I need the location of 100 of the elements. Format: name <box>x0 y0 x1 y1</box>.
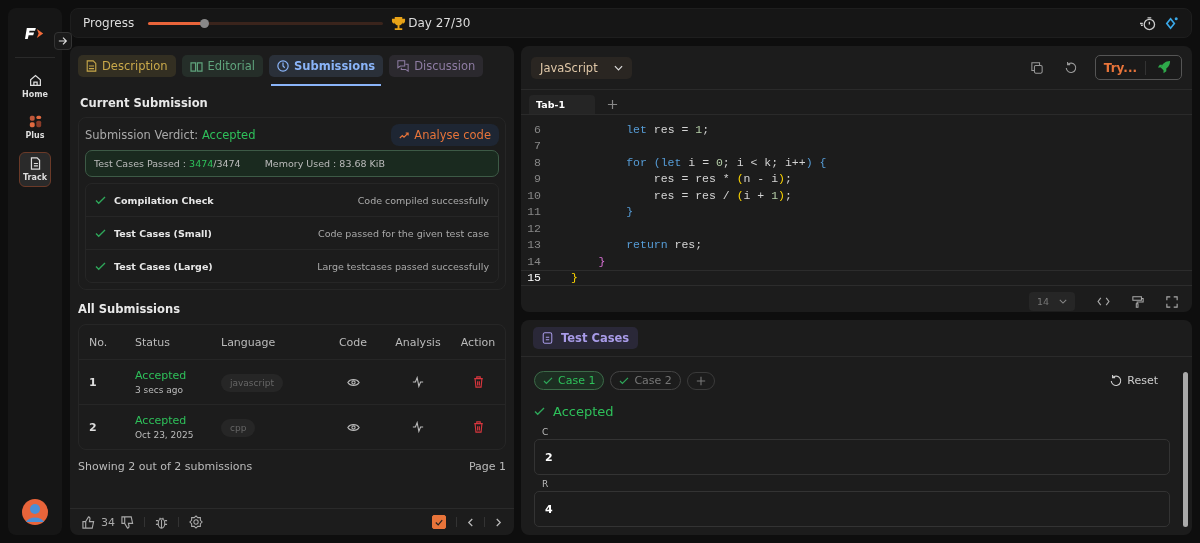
thumbs-up-icon[interactable] <box>82 515 95 529</box>
check-name: Test Cases (Small) <box>114 227 212 239</box>
verdict-label: Submission Verdict: Accepted <box>85 128 256 142</box>
tab[interactable]: Description <box>78 55 176 77</box>
check-result: Code passed for the given test case <box>318 227 489 239</box>
checkbox[interactable] <box>432 515 446 529</box>
add-tab-icon[interactable] <box>607 99 619 110</box>
line-number: 15 <box>526 271 541 285</box>
code-line: } <box>625 205 634 219</box>
next-icon[interactable] <box>495 517 502 527</box>
code-line: for (let i = 0; i < k; i++) { <box>625 155 827 169</box>
scrollbar[interactable] <box>1183 372 1188 527</box>
sidebar-item[interactable]: Track <box>19 152 51 187</box>
code-line: res = res / (i + 1); <box>652 188 792 202</box>
result-text: Accepted <box>534 404 1170 419</box>
memory-used: Memory Used : 83.68 KiB <box>264 158 385 169</box>
chevron-down-icon <box>613 64 623 71</box>
home-icon <box>28 74 42 87</box>
code-line: let res = 1; <box>625 122 710 136</box>
stopwatch-icon[interactable] <box>1139 15 1156 31</box>
check-icon <box>534 407 545 416</box>
pulse-icon[interactable] <box>412 421 424 433</box>
code-icon[interactable] <box>1097 297 1110 306</box>
logo-icon <box>25 26 45 41</box>
language-dropdown[interactable]: JavaScript <box>531 56 632 79</box>
column-header: No. <box>89 335 109 349</box>
tab[interactable]: Editorial <box>181 55 263 77</box>
case-tab[interactable]: Case 2 <box>610 371 681 390</box>
rocket-icon <box>1156 60 1171 75</box>
line-number: 11 <box>526 205 541 219</box>
check-name: Compilation Check <box>114 194 214 206</box>
like-count: 34 <box>101 515 115 529</box>
line-number: 13 <box>526 238 541 252</box>
check-result: Large testcases passed successfully <box>317 260 489 272</box>
list-icon <box>542 332 553 344</box>
fullscreen-icon[interactable] <box>1166 295 1178 308</box>
editor-tab[interactable]: Tab-1 <box>529 95 596 114</box>
day-counter: Day 27/30 <box>408 16 471 30</box>
blocks-icon <box>28 115 42 128</box>
showing-text: Showing 2 out of 2 submissions <box>78 460 253 473</box>
badge-icon[interactable] <box>189 515 203 529</box>
book-icon <box>189 60 203 72</box>
font-size-dropdown[interactable]: 14 <box>1028 292 1075 311</box>
passed-count: Test Cases Passed : 3474/3474 <box>94 158 241 169</box>
reset-icon[interactable] <box>1064 61 1077 74</box>
document-icon <box>86 60 97 72</box>
previous-icon[interactable] <box>467 517 474 527</box>
column-header: Action <box>459 335 497 349</box>
analyse-button[interactable]: Analyse code <box>391 124 499 146</box>
case-tab[interactable]: Case 1 <box>534 371 605 390</box>
trend-icon <box>399 131 410 139</box>
check-icon <box>435 518 443 526</box>
avatar-icon[interactable] <box>22 499 48 525</box>
column-header: Code <box>337 335 369 349</box>
tab[interactable]: Submissions <box>269 55 384 77</box>
thumbs-down-icon[interactable] <box>121 515 134 529</box>
check-icon <box>619 376 630 385</box>
tab[interactable]: Discussion <box>389 55 484 77</box>
code-line: } <box>597 254 606 268</box>
test-cases-title: Test Cases <box>533 327 639 349</box>
arrow-right-icon <box>58 36 68 46</box>
clock-icon <box>277 60 289 72</box>
bug-icon[interactable] <box>155 515 168 529</box>
trash-icon[interactable] <box>472 421 484 433</box>
progress-label: Progress <box>83 16 135 30</box>
eye-icon[interactable] <box>346 422 360 432</box>
column-header: Language <box>221 335 277 349</box>
check-name: Test Cases (Large) <box>114 260 213 272</box>
line-number: 9 <box>533 172 541 186</box>
check-result: Code compiled successfully <box>357 194 489 206</box>
reset-icon <box>1110 374 1123 387</box>
section-title: Current Submission <box>80 96 209 110</box>
reset-button[interactable]: Reset <box>1104 373 1164 388</box>
table-cell-text: 2 <box>89 420 98 434</box>
document-icon <box>28 157 42 170</box>
sparkle-icon[interactable] <box>1164 15 1179 31</box>
progress-slider[interactable] <box>148 21 384 25</box>
trophy-icon <box>391 15 407 31</box>
paint-roller-icon[interactable] <box>1132 295 1144 308</box>
code-line: return res; <box>625 238 703 252</box>
expand-button[interactable] <box>54 32 72 50</box>
line-number: 14 <box>526 254 541 268</box>
copy-icon[interactable] <box>1030 61 1043 74</box>
column-header: Status <box>135 335 172 349</box>
line-number: 8 <box>533 155 541 169</box>
code-line: } <box>571 271 578 285</box>
eye-icon[interactable] <box>346 377 360 387</box>
check-icon <box>543 376 553 385</box>
status-text: Accepted <box>135 414 188 427</box>
line-number: 12 <box>526 221 541 235</box>
table-cell-text: 1 <box>89 375 98 389</box>
sidebar-item[interactable]: Plus <box>19 111 51 144</box>
sidebar-item[interactable]: Home <box>19 70 51 103</box>
pulse-icon[interactable] <box>412 376 424 388</box>
status-text: Accepted <box>135 369 188 382</box>
trash-icon[interactable] <box>472 376 484 388</box>
chat-icon <box>397 60 410 72</box>
time-text: Oct 23, 2025 <box>135 430 195 440</box>
try-button[interactable]: Try... <box>1094 55 1182 80</box>
line-number: 10 <box>526 188 541 202</box>
